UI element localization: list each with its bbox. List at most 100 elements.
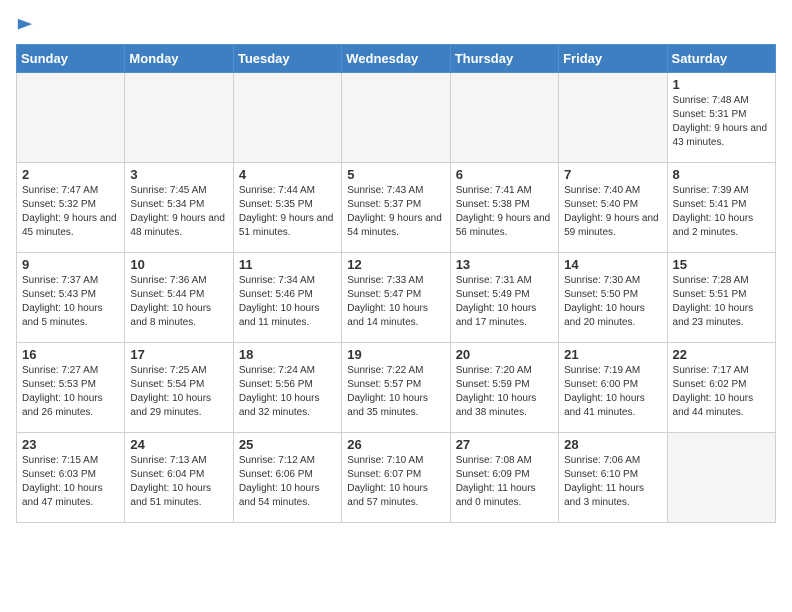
day-number: 22 [673, 347, 770, 362]
day-number: 2 [22, 167, 119, 182]
day-number: 6 [456, 167, 553, 182]
calendar-cell [667, 433, 775, 523]
day-number: 27 [456, 437, 553, 452]
calendar-week-0: 1 Sunrise: 7:48 AM Sunset: 5:31 PM Daylig… [17, 73, 776, 163]
calendar-cell: 3 Sunrise: 7:45 AM Sunset: 5:34 PM Daylig… [125, 163, 233, 253]
calendar-week-2: 9 Sunrise: 7:37 AM Sunset: 5:43 PM Daylig… [17, 253, 776, 343]
day-info: Sunrise: 7:31 AM Sunset: 5:49 PM Dayligh… [456, 274, 553, 330]
day-info: Sunrise: 7:10 AM Sunset: 6:07 PM Dayligh… [347, 454, 444, 510]
day-number: 10 [130, 257, 227, 272]
calendar-cell: 13 Sunrise: 7:31 AM Sunset: 5:49 PM Dayli… [450, 253, 558, 343]
calendar-cell: 27 Sunrise: 7:08 AM Sunset: 6:09 PM Dayli… [450, 433, 558, 523]
day-number: 4 [239, 167, 336, 182]
weekday-header-tuesday: Tuesday [233, 45, 341, 73]
calendar-cell: 10Sunrise: 7:36 AM Sunset: 5:44 PM Dayli… [125, 253, 233, 343]
day-info: Sunrise: 7:22 AM Sunset: 5:57 PM Dayligh… [347, 364, 444, 420]
day-number: 7 [564, 167, 661, 182]
day-number: 23 [22, 437, 119, 452]
weekday-header-friday: Friday [559, 45, 667, 73]
calendar-table: SundayMondayTuesdayWednesdayThursdayFrid… [16, 44, 776, 523]
day-info: Sunrise: 7:08 AM Sunset: 6:09 PM Dayligh… [456, 454, 553, 510]
calendar-cell: 8 Sunrise: 7:39 AM Sunset: 5:41 PM Daylig… [667, 163, 775, 253]
calendar-cell: 17 Sunrise: 7:25 AM Sunset: 5:54 PM Dayli… [125, 343, 233, 433]
calendar-cell: 18 Sunrise: 7:24 AM Sunset: 5:56 PM Dayli… [233, 343, 341, 433]
day-number: 19 [347, 347, 444, 362]
day-number: 20 [456, 347, 553, 362]
day-number: 24 [130, 437, 227, 452]
day-info: Sunrise: 7:06 AM Sunset: 6:10 PM Dayligh… [564, 454, 661, 510]
day-number: 14 [564, 257, 661, 272]
day-info: Sunrise: 7:28 AM Sunset: 5:51 PM Dayligh… [673, 274, 770, 330]
day-number: 26 [347, 437, 444, 452]
logo-flag-icon [16, 16, 34, 34]
calendar-cell: 24 Sunrise: 7:13 AM Sunset: 6:04 PM Dayli… [125, 433, 233, 523]
calendar-week-1: 2 Sunrise: 7:47 AM Sunset: 5:32 PM Daylig… [17, 163, 776, 253]
day-info: Sunrise: 7:19 AM Sunset: 6:00 PM Dayligh… [564, 364, 661, 420]
calendar-cell: 15 Sunrise: 7:28 AM Sunset: 5:51 PM Dayli… [667, 253, 775, 343]
calendar-cell [125, 73, 233, 163]
day-number: 9 [22, 257, 119, 272]
calendar-cell: 12 Sunrise: 7:33 AM Sunset: 5:47 PM Dayli… [342, 253, 450, 343]
day-info: Sunrise: 7:24 AM Sunset: 5:56 PM Dayligh… [239, 364, 336, 420]
logo [16, 16, 34, 32]
calendar-cell: 22Sunrise: 7:17 AM Sunset: 6:02 PM Dayli… [667, 343, 775, 433]
day-number: 15 [673, 257, 770, 272]
day-info: Sunrise: 7:43 AM Sunset: 5:37 PM Dayligh… [347, 184, 444, 240]
day-number: 16 [22, 347, 119, 362]
calendar-cell: 7 Sunrise: 7:40 AM Sunset: 5:40 PM Daylig… [559, 163, 667, 253]
day-number: 13 [456, 257, 553, 272]
day-number: 17 [130, 347, 227, 362]
weekday-header-wednesday: Wednesday [342, 45, 450, 73]
calendar-cell: 2 Sunrise: 7:47 AM Sunset: 5:32 PM Daylig… [17, 163, 125, 253]
day-info: Sunrise: 7:15 AM Sunset: 6:03 PM Dayligh… [22, 454, 119, 510]
day-info: Sunrise: 7:33 AM Sunset: 5:47 PM Dayligh… [347, 274, 444, 330]
day-number: 1 [673, 77, 770, 92]
calendar-cell [450, 73, 558, 163]
day-info: Sunrise: 7:47 AM Sunset: 5:32 PM Dayligh… [22, 184, 119, 240]
day-number: 5 [347, 167, 444, 182]
calendar-cell [559, 73, 667, 163]
calendar-cell: 21 Sunrise: 7:19 AM Sunset: 6:00 PM Dayli… [559, 343, 667, 433]
calendar-cell [17, 73, 125, 163]
day-number: 21 [564, 347, 661, 362]
calendar-cell: 23 Sunrise: 7:15 AM Sunset: 6:03 PM Dayli… [17, 433, 125, 523]
calendar-cell: 11Sunrise: 7:34 AM Sunset: 5:46 PM Dayli… [233, 253, 341, 343]
weekday-header-sunday: Sunday [17, 45, 125, 73]
day-info: Sunrise: 7:13 AM Sunset: 6:04 PM Dayligh… [130, 454, 227, 510]
day-number: 12 [347, 257, 444, 272]
day-number: 11 [239, 257, 336, 272]
day-info: Sunrise: 7:39 AM Sunset: 5:41 PM Dayligh… [673, 184, 770, 240]
calendar-cell: 14 Sunrise: 7:30 AM Sunset: 5:50 PM Dayli… [559, 253, 667, 343]
calendar-cell: 26 Sunrise: 7:10 AM Sunset: 6:07 PM Dayli… [342, 433, 450, 523]
weekday-header-row: SundayMondayTuesdayWednesdayThursdayFrid… [17, 45, 776, 73]
weekday-header-monday: Monday [125, 45, 233, 73]
day-info: Sunrise: 7:27 AM Sunset: 5:53 PM Dayligh… [22, 364, 119, 420]
day-number: 3 [130, 167, 227, 182]
day-number: 18 [239, 347, 336, 362]
calendar-week-3: 16 Sunrise: 7:27 AM Sunset: 5:53 PM Dayli… [17, 343, 776, 433]
calendar-cell: 6 Sunrise: 7:41 AM Sunset: 5:38 PM Daylig… [450, 163, 558, 253]
calendar-cell: 20 Sunrise: 7:20 AM Sunset: 5:59 PM Dayli… [450, 343, 558, 433]
day-number: 25 [239, 437, 336, 452]
day-info: Sunrise: 7:20 AM Sunset: 5:59 PM Dayligh… [456, 364, 553, 420]
day-info: Sunrise: 7:40 AM Sunset: 5:40 PM Dayligh… [564, 184, 661, 240]
day-info: Sunrise: 7:12 AM Sunset: 6:06 PM Dayligh… [239, 454, 336, 510]
calendar-cell [233, 73, 341, 163]
calendar-cell [342, 73, 450, 163]
weekday-header-saturday: Saturday [667, 45, 775, 73]
weekday-header-thursday: Thursday [450, 45, 558, 73]
day-info: Sunrise: 7:25 AM Sunset: 5:54 PM Dayligh… [130, 364, 227, 420]
calendar-cell: 16 Sunrise: 7:27 AM Sunset: 5:53 PM Dayli… [17, 343, 125, 433]
calendar-cell: 5 Sunrise: 7:43 AM Sunset: 5:37 PM Daylig… [342, 163, 450, 253]
page-header [16, 16, 776, 32]
calendar-cell: 9 Sunrise: 7:37 AM Sunset: 5:43 PM Daylig… [17, 253, 125, 343]
day-number: 28 [564, 437, 661, 452]
calendar-cell: 28 Sunrise: 7:06 AM Sunset: 6:10 PM Dayli… [559, 433, 667, 523]
day-info: Sunrise: 7:30 AM Sunset: 5:50 PM Dayligh… [564, 274, 661, 330]
day-info: Sunrise: 7:41 AM Sunset: 5:38 PM Dayligh… [456, 184, 553, 240]
day-info: Sunrise: 7:37 AM Sunset: 5:43 PM Dayligh… [22, 274, 119, 330]
day-info: Sunrise: 7:48 AM Sunset: 5:31 PM Dayligh… [673, 94, 770, 150]
day-info: Sunrise: 7:45 AM Sunset: 5:34 PM Dayligh… [130, 184, 227, 240]
day-info: Sunrise: 7:44 AM Sunset: 5:35 PM Dayligh… [239, 184, 336, 240]
day-number: 8 [673, 167, 770, 182]
